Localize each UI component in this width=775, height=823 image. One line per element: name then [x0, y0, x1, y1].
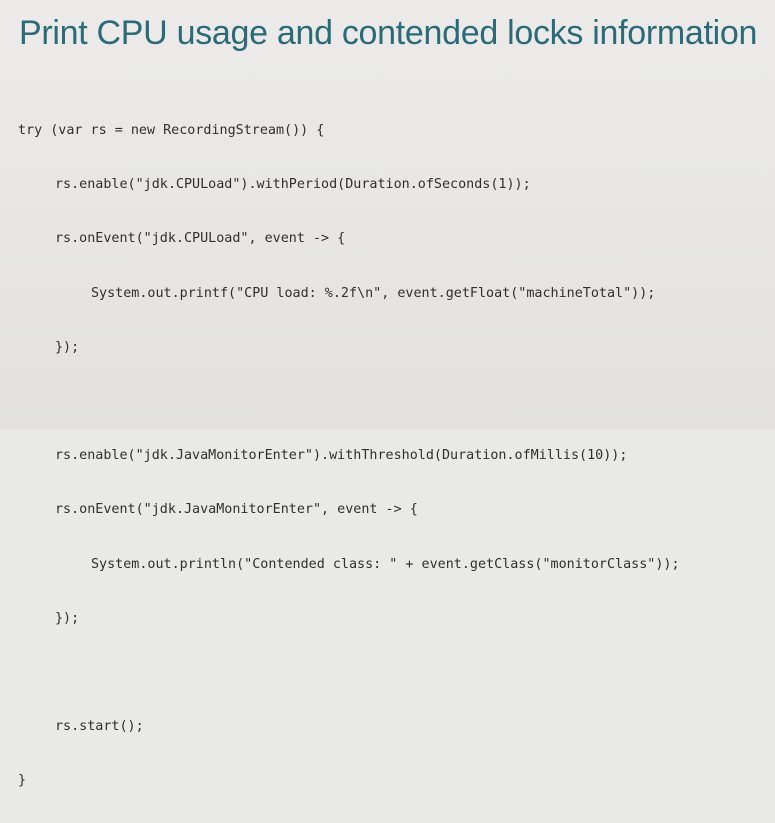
- code-line: }: [18, 773, 27, 789]
- code-block: try (var rs = new RecordingStream()) { r…: [18, 89, 680, 823]
- slide-title: Print CPU usage and contended locks info…: [19, 14, 758, 52]
- code-line: });: [55, 339, 80, 355]
- code-line: rs.enable("jdk.JavaMonitorEnter").withTh…: [55, 448, 628, 464]
- code-line: });: [55, 610, 80, 626]
- code-line: System.out.printf("CPU load: %.2f\n", ev…: [91, 285, 656, 301]
- code-line: System.out.println("Contended class: " +…: [91, 556, 680, 572]
- slide: Print CPU usage and contended locks info…: [0, 0, 775, 788]
- code-line: rs.start();: [55, 719, 144, 735]
- code-line: rs.onEvent("jdk.CPULoad", event -> {: [55, 231, 346, 247]
- code-line: rs.onEvent("jdk.JavaMonitorEnter", event…: [55, 502, 418, 518]
- code-line: try (var rs = new RecordingStream()) {: [18, 123, 325, 138]
- code-line: rs.enable("jdk.CPULoad").withPeriod(Dura…: [55, 177, 531, 193]
